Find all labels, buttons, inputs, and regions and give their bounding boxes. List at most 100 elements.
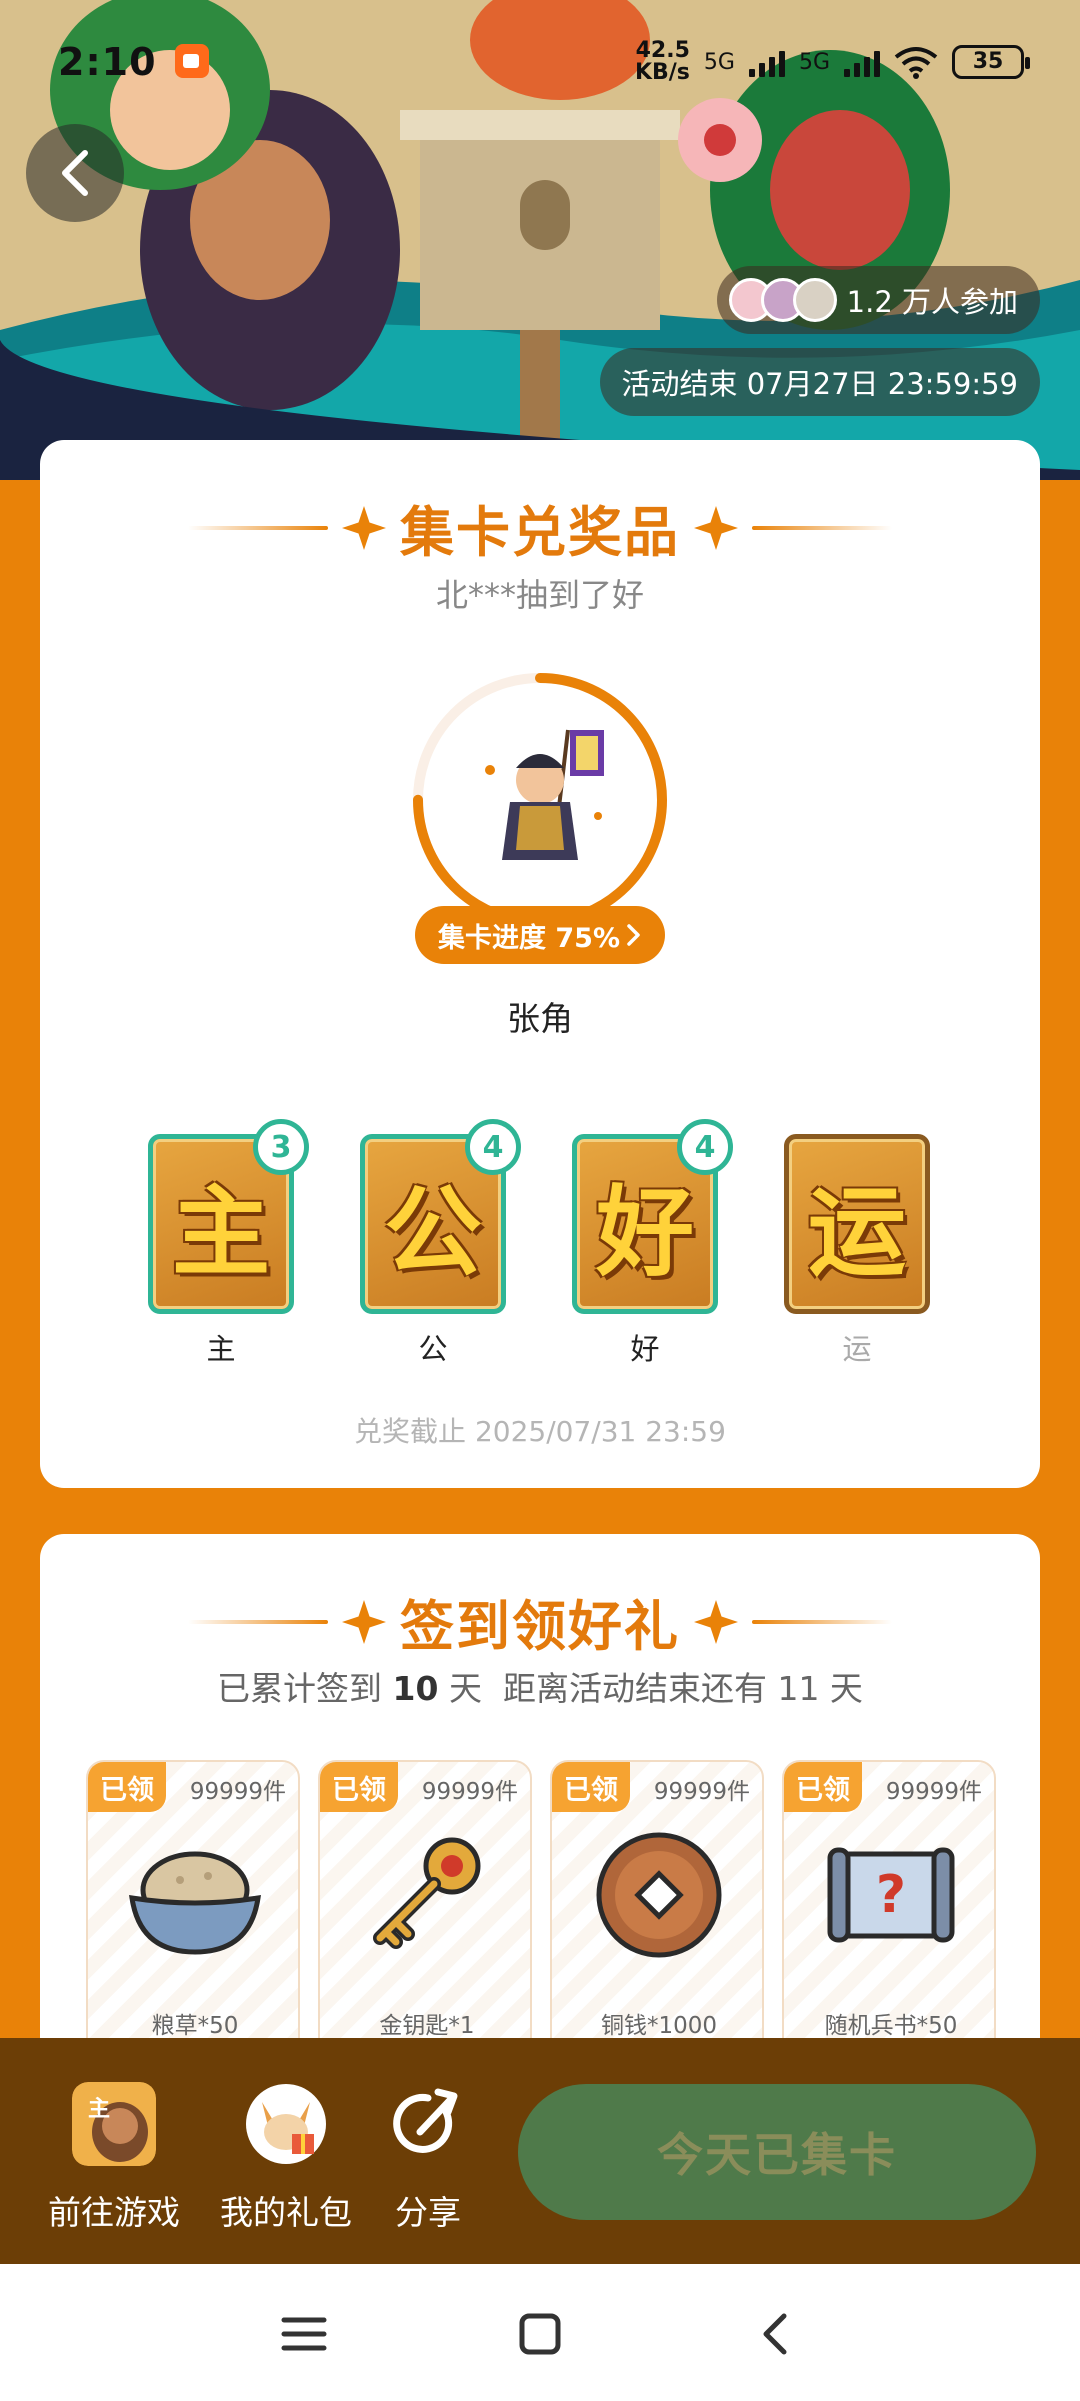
home-icon[interactable]	[514, 2308, 566, 2360]
system-nav-bar	[0, 2264, 1080, 2401]
network-speed-unit: KB/s	[634, 60, 690, 85]
screen-record-icon	[174, 44, 209, 78]
event-end-time: 活动结束 07月27日 23:59:59	[599, 348, 1040, 416]
network-type-1: 5G	[703, 49, 735, 75]
character-card[interactable]: 运 运	[784, 1134, 930, 1368]
section-title: 集卡兑奖品	[400, 501, 680, 564]
reward-name: 粮草*50	[151, 2013, 239, 2039]
bottom-action-bar: 主 前往游戏 我的礼包 分享 今天已集卡	[0, 2038, 1080, 2264]
chevron-right-icon	[627, 924, 640, 946]
reward-card[interactable]: 已领 99999件 金钥匙*1	[318, 1760, 532, 2060]
sparkle-icon	[342, 505, 386, 550]
hero-banner: 2:10 42.5 KB/s 5G 5G 35 1.2 万人参加 活动结束 07…	[0, 0, 1080, 480]
hero-name: 张角	[507, 999, 573, 1038]
rice-bowl-icon	[129, 1851, 261, 1955]
claimed-tag: 已领	[552, 1762, 630, 1812]
sparkle-icon	[342, 1599, 386, 1644]
character-glyph: 公	[383, 1176, 482, 1290]
sparkle-icon	[694, 1599, 738, 1644]
share-icon	[393, 2088, 458, 2153]
collected-today-button[interactable]: 今天已集卡	[518, 2084, 1036, 2220]
collect-title-row: 集卡兑奖品	[40, 488, 1040, 567]
signin-prefix: 已累计签到	[217, 1669, 393, 1708]
character-label: 主	[206, 1332, 236, 1366]
claimed-tag: 已领	[88, 1762, 166, 1812]
copper-coin-icon	[596, 1832, 722, 1958]
status-indicators: 42.5 KB/s 5G 5G 35	[635, 40, 1030, 84]
game-icon: 主	[72, 2082, 156, 2166]
progress-ring	[410, 670, 670, 930]
svg-text:?: ?	[876, 1865, 906, 1925]
signin-days: 10	[392, 1669, 439, 1708]
goto-game-label: 前往游戏	[48, 2193, 180, 2232]
participant-avatars	[728, 278, 837, 322]
gift-fox-icon	[246, 2084, 326, 2164]
share-button[interactable]: 分享	[384, 2082, 472, 2234]
reward-name: 铜钱*1000	[600, 2013, 718, 2039]
card-count-badge: 4	[677, 1119, 733, 1175]
reward-name: 金钥匙*1	[379, 2013, 475, 2039]
title-decor-line	[188, 525, 328, 530]
chevron-left-icon	[62, 150, 88, 196]
back-nav-icon[interactable]	[750, 2308, 802, 2360]
avatar	[792, 278, 837, 322]
signin-title-row: 签到领好礼	[40, 1582, 1040, 1661]
reward-stock: 99999件	[885, 1779, 982, 1805]
progress-label: 集卡进度 75%	[437, 922, 621, 954]
signin-suffix: 天 距离活动结束还有 11 天	[438, 1669, 863, 1708]
collect-cards-section: 集卡兑奖品 北***抽到了好 集卡进度 75% 张角 主 3 主 公 4 公 好…	[40, 440, 1040, 1488]
claimed-tag: 已领	[320, 1762, 398, 1812]
participants-count: 1.2 万人参加	[846, 285, 1018, 319]
menu-icon[interactable]	[278, 2308, 330, 2360]
character-tile: 公 4	[360, 1119, 521, 1314]
character-card-row: 主 3 主 公 4 公 好 4 好 运 运	[148, 1119, 948, 1374]
card-count-badge: 3	[253, 1119, 309, 1175]
character-card[interactable]: 好 4 好	[572, 1119, 733, 1368]
signin-summary: 已累计签到 10 天 距离活动结束还有 11 天	[40, 1662, 1040, 1710]
redeem-deadline: 兑奖截止 2025/07/31 23:59	[354, 1415, 726, 1448]
svg-text:主: 主	[88, 2097, 110, 2122]
back-button[interactable]	[26, 124, 124, 222]
battery-icon: 35	[952, 45, 1030, 79]
reward-card[interactable]: 已领 99999件 ? 随机兵书*50	[782, 1760, 996, 2060]
sparkle-icon	[694, 505, 738, 550]
network-speed-value: 42.5	[635, 38, 690, 63]
character-tile: 主 3	[148, 1119, 309, 1314]
network-speed: 42.5 KB/s	[635, 40, 690, 84]
title-decor-line	[188, 1619, 328, 1624]
participants-badge: 1.2 万人参加	[716, 266, 1040, 334]
reward-card[interactable]: 已领 99999件 铜钱*1000	[550, 1760, 764, 2060]
wifi-icon	[894, 47, 938, 79]
scroll-icon: ?	[827, 1847, 955, 1943]
section-title: 签到领好礼	[400, 1595, 680, 1658]
goto-game-button[interactable]: 主 前往游戏	[46, 2082, 182, 2234]
golden-key-icon	[373, 1837, 481, 1949]
character-glyph: 主	[171, 1176, 270, 1290]
winner-ticker: 北***抽到了好	[435, 576, 644, 614]
reward-name: 随机兵书*50	[824, 2013, 958, 2039]
title-decor-line	[752, 525, 892, 530]
character-label: 运	[842, 1332, 872, 1366]
hero-character-image	[485, 729, 604, 860]
claimed-tag: 已领	[784, 1762, 862, 1812]
character-tile: 运	[784, 1134, 930, 1314]
title-decor-line	[752, 1619, 892, 1624]
reward-stock: 99999件	[421, 1779, 518, 1805]
reward-card[interactable]: 已领 99999件 粮草*50	[86, 1760, 300, 2060]
share-label: 分享	[395, 2193, 461, 2232]
my-gifts-button[interactable]: 我的礼包	[218, 2082, 354, 2234]
character-glyph: 运	[807, 1176, 906, 1290]
character-label: 公	[418, 1332, 448, 1366]
signal-icon	[748, 47, 785, 77]
character-label: 好	[630, 1332, 660, 1366]
character-glyph: 好	[595, 1176, 694, 1290]
collect-progress-button[interactable]: 集卡进度 75%	[415, 906, 665, 964]
reward-stock: 99999件	[653, 1779, 750, 1805]
character-card[interactable]: 主 3 主	[148, 1119, 309, 1368]
status-time: 2:10	[58, 40, 157, 84]
signal-icon-2	[844, 47, 880, 77]
network-type-2: 5G	[798, 49, 830, 75]
character-tile: 好 4	[572, 1119, 733, 1314]
card-count-badge: 4	[465, 1119, 521, 1175]
character-card[interactable]: 公 4 公	[360, 1119, 521, 1368]
